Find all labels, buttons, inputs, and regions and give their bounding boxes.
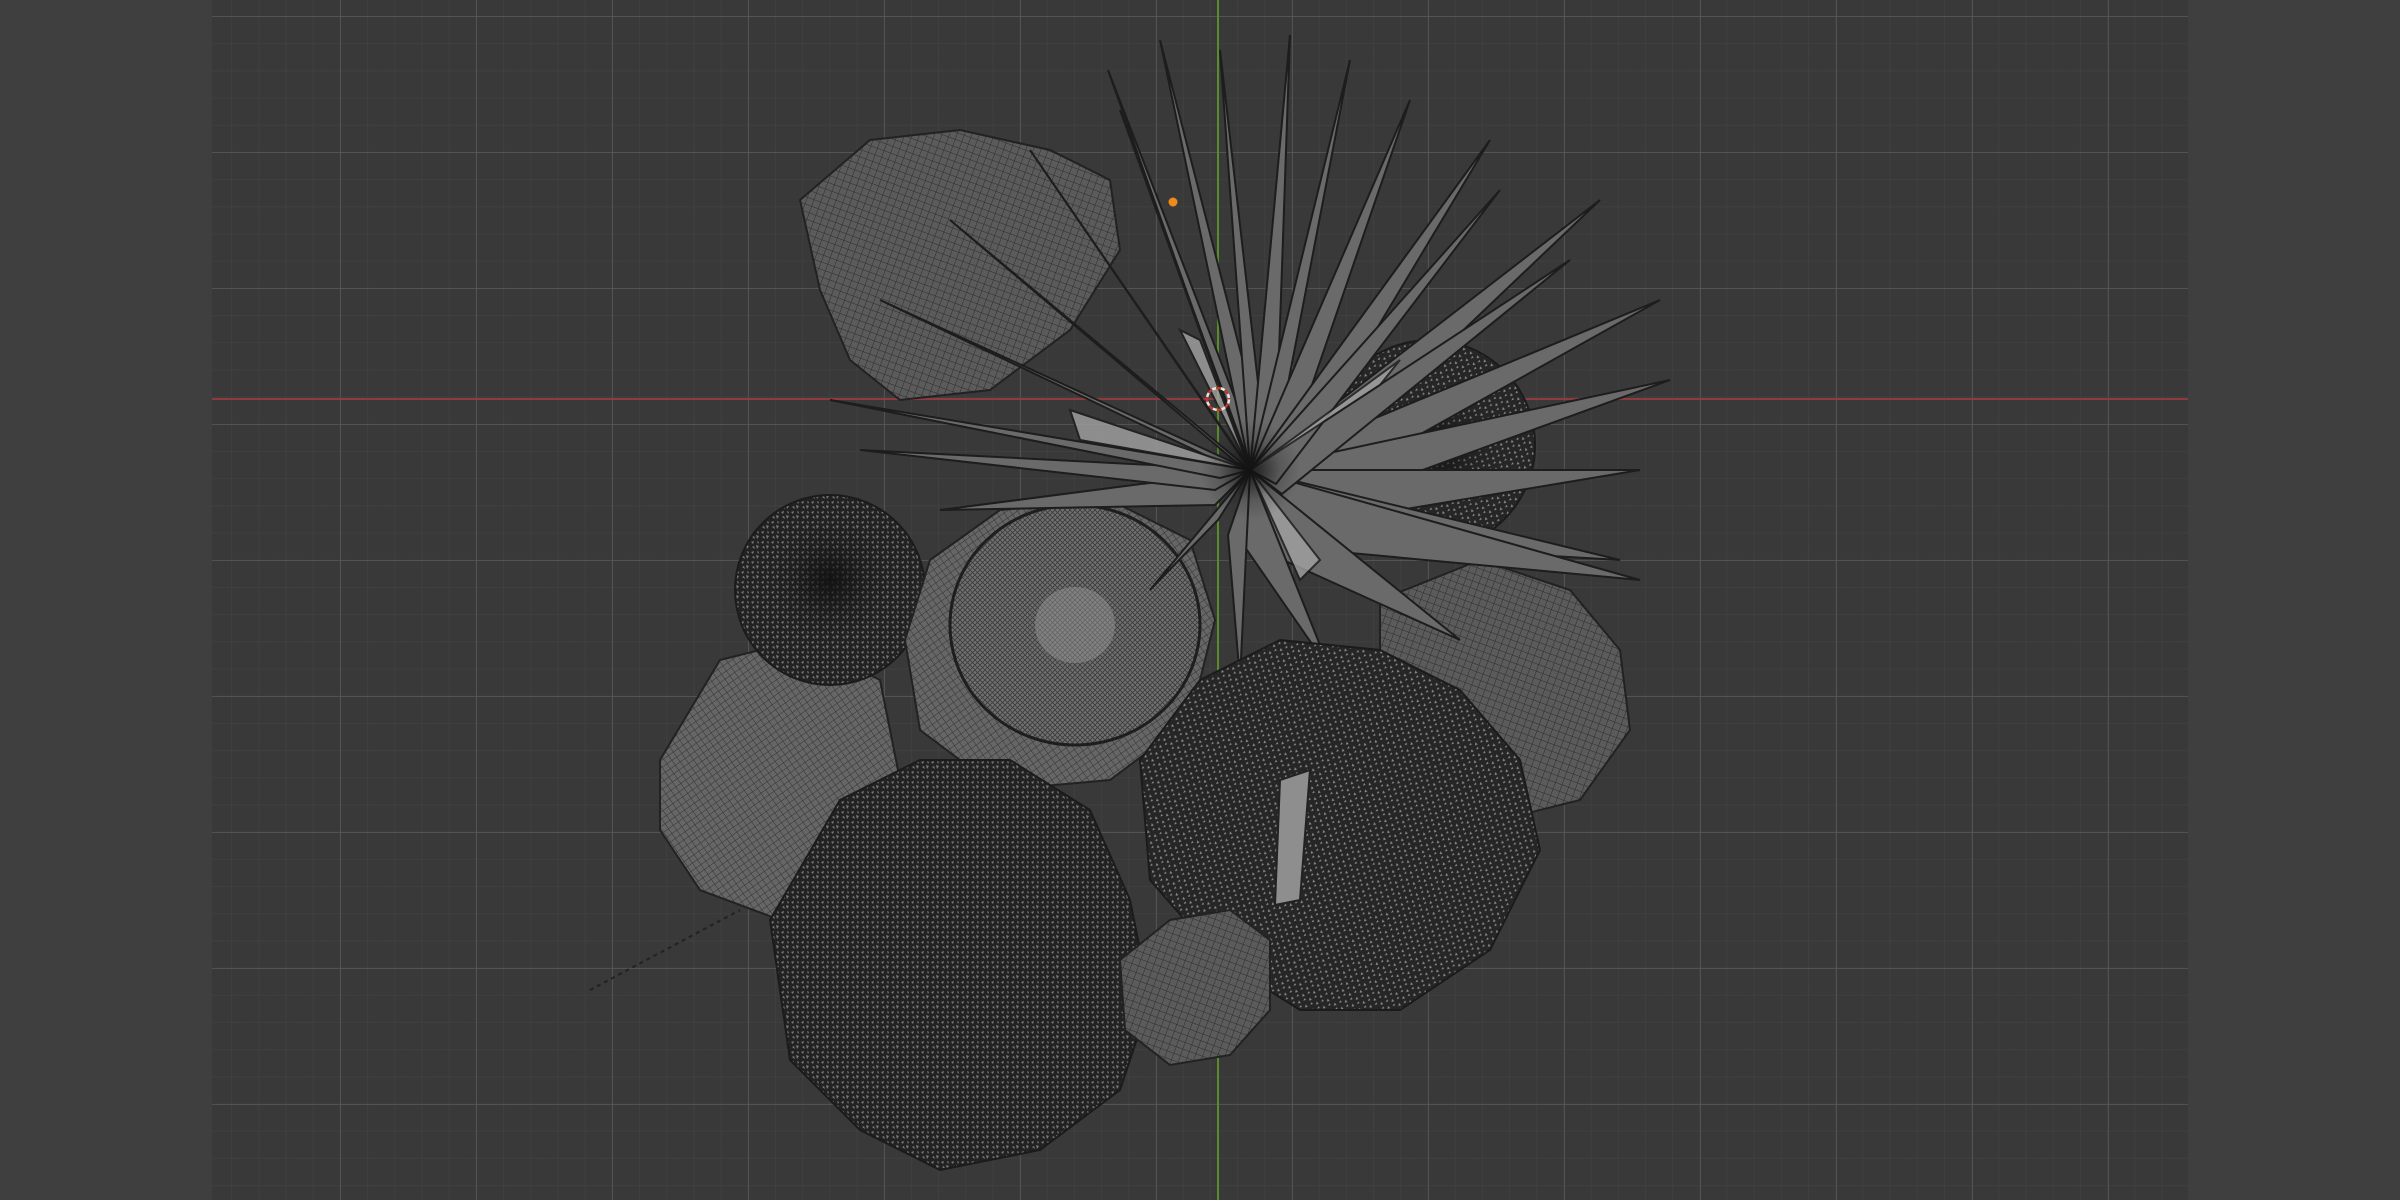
scene-wireframe[interactable]	[0, 0, 2400, 1200]
3d-viewport[interactable]	[0, 0, 2400, 1200]
shrub-round-left[interactable]	[734, 494, 926, 686]
object-origin-icon[interactable]	[1168, 197, 1178, 207]
rock-top-left[interactable]	[798, 128, 1122, 402]
rock-small-bottom[interactable]	[1118, 908, 1271, 1067]
shrub-bottom-left[interactable]	[768, 759, 1152, 1172]
light-direction-icon	[589, 909, 741, 991]
